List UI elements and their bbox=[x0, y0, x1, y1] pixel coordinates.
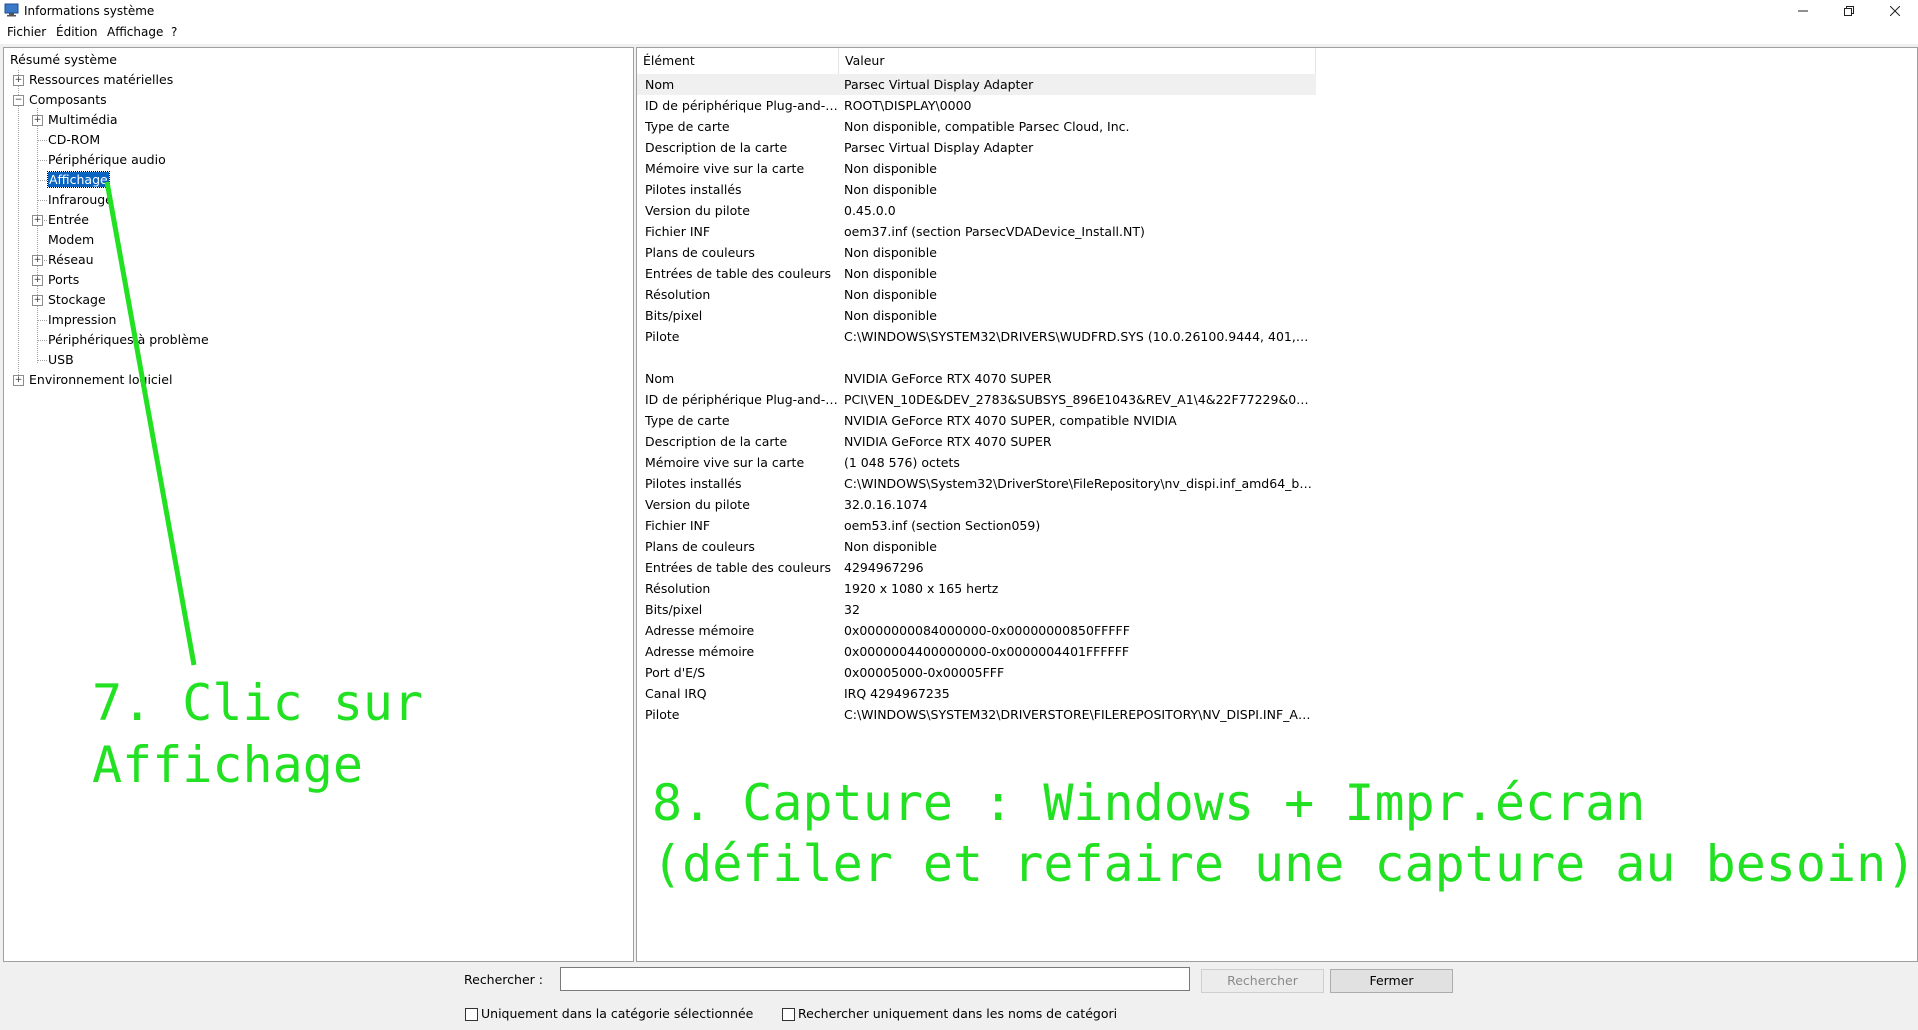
annotation-step-8-line2: (défiler et refaire une capture au besoi… bbox=[652, 835, 1917, 893]
annotation-step-7: 7. Clic sur Affichage bbox=[92, 672, 423, 796]
annotation-step-8-line1: 8. Capture : Windows + Impr.écran bbox=[652, 774, 1646, 832]
annotation-step-7-line2: Affichage bbox=[92, 736, 363, 794]
annotation-pointer-line bbox=[104, 181, 197, 666]
annotation-step-7-line1: 7. Clic sur bbox=[92, 674, 424, 732]
annotation-step-8: 8. Capture : Windows + Impr.écran (défil… bbox=[652, 773, 1916, 895]
